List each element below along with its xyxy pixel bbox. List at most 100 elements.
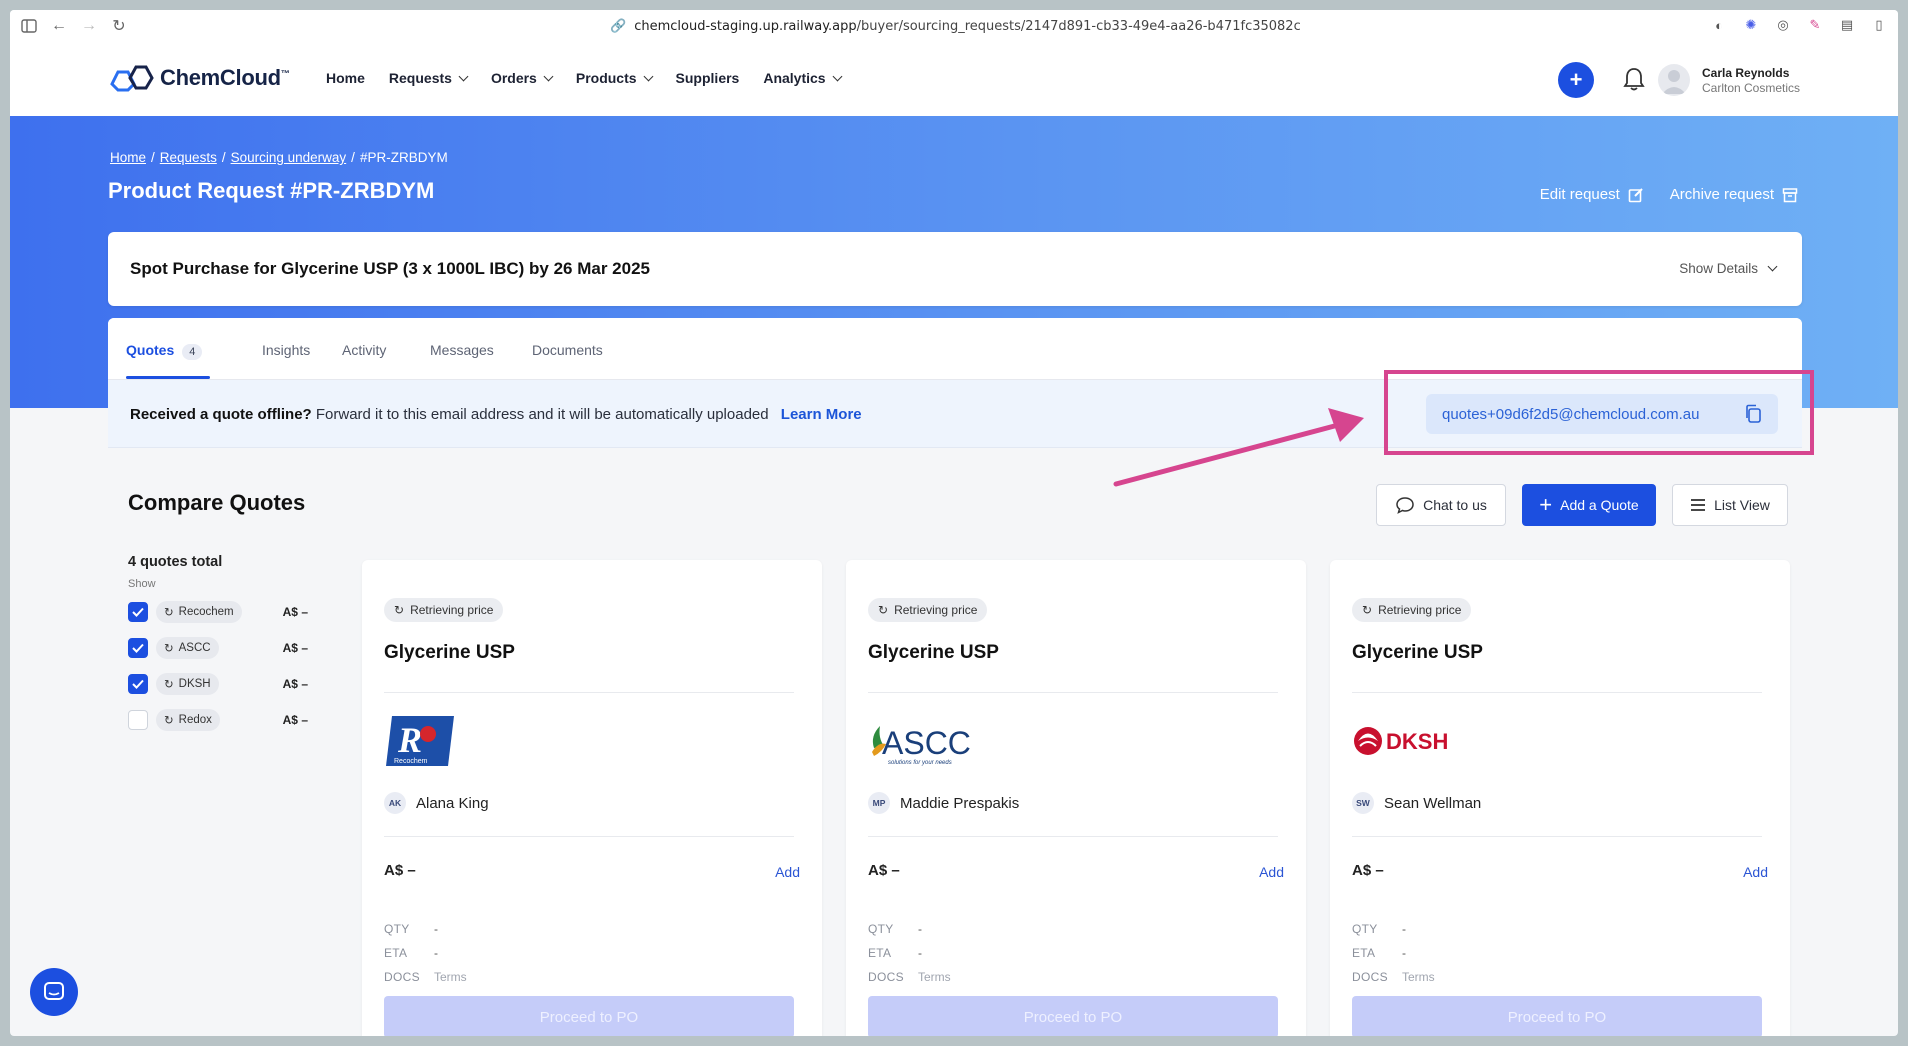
supplier-checkbox[interactable] bbox=[128, 602, 148, 622]
terms-link[interactable]: Terms bbox=[1402, 970, 1435, 984]
archive-icon bbox=[1782, 187, 1798, 202]
user-menu[interactable]: Carla Reynolds Carlton Cosmetics bbox=[1702, 66, 1800, 96]
meta-value: - bbox=[1402, 946, 1406, 960]
divider bbox=[868, 692, 1278, 693]
proceed-to-po-button[interactable]: Proceed to PO bbox=[1352, 996, 1762, 1036]
chemcloud-logo[interactable]: ChemCloud™ bbox=[108, 64, 290, 92]
edit-request-button[interactable]: Edit request bbox=[1540, 186, 1644, 203]
reload-icon[interactable]: ↻ bbox=[104, 11, 134, 41]
nav-item-analytics[interactable]: Analytics bbox=[763, 70, 843, 86]
refresh-icon: ↻ bbox=[164, 607, 174, 619]
supplier-contact: AK Alana King bbox=[384, 792, 489, 814]
refresh-icon: ↻ bbox=[878, 603, 889, 617]
extension-pen-icon[interactable]: ✎ bbox=[1806, 16, 1824, 34]
list-view-label: List View bbox=[1714, 497, 1770, 513]
add-price-link[interactable]: Add bbox=[1259, 864, 1284, 880]
learn-more-link[interactable]: Learn More bbox=[781, 406, 862, 423]
split-view-icon[interactable]: ▯ bbox=[1870, 16, 1888, 34]
support-chat-button[interactable] bbox=[30, 968, 78, 1016]
add-price-link[interactable]: Add bbox=[1743, 864, 1768, 880]
chevron-down-icon bbox=[1767, 261, 1778, 272]
supplier-price: A$ – bbox=[282, 641, 308, 655]
status-text: Retrieving price bbox=[1378, 603, 1462, 617]
product-name: Glycerine USP bbox=[868, 642, 999, 663]
nav-item-products[interactable]: Products bbox=[576, 70, 653, 86]
supplier-checkbox[interactable] bbox=[128, 638, 148, 658]
browser-toolbar: ← → ↻ 🔗 chemcloud-staging.up.railway.app… bbox=[10, 10, 1898, 42]
tab-activity[interactable]: Activity bbox=[342, 342, 386, 358]
terms-link[interactable]: Terms bbox=[918, 970, 951, 984]
main-nav: Home Requests Orders Products Suppliers … bbox=[326, 70, 843, 86]
bell-icon[interactable] bbox=[1622, 66, 1646, 92]
supplier-price: A$ – bbox=[282, 713, 308, 727]
breadcrumb-requests-link[interactable]: Requests bbox=[160, 150, 217, 165]
divider bbox=[384, 836, 794, 837]
sidebar-toggle-icon[interactable] bbox=[14, 11, 44, 41]
supplier-name: Redox bbox=[178, 714, 212, 726]
refresh-icon: ↻ bbox=[1362, 603, 1373, 617]
supplier-checkbox[interactable] bbox=[128, 710, 148, 730]
archive-request-button[interactable]: Archive request bbox=[1670, 186, 1798, 203]
meta-label: DOCS bbox=[868, 970, 904, 984]
chat-to-us-label: Chat to us bbox=[1423, 497, 1487, 513]
quote-price: A$ – bbox=[1352, 862, 1384, 879]
quotes-total: 4 quotes total bbox=[128, 554, 223, 570]
nav-label: Analytics bbox=[763, 70, 826, 86]
tab-documents[interactable]: Documents bbox=[532, 342, 603, 358]
add-price-link[interactable]: Add bbox=[775, 864, 800, 880]
contact-initials: SW bbox=[1352, 792, 1374, 814]
nav-item-suppliers[interactable]: Suppliers bbox=[676, 70, 740, 86]
tab-messages[interactable]: Messages bbox=[430, 342, 494, 358]
docs-row: DOCS Terms bbox=[1352, 970, 1435, 984]
reader-icon[interactable]: ▤ bbox=[1838, 16, 1856, 34]
status-text: Retrieving price bbox=[410, 603, 494, 617]
forward-icon[interactable]: → bbox=[74, 11, 104, 41]
status-text: Retrieving price bbox=[894, 603, 978, 617]
proceed-to-po-button[interactable]: Proceed to PO bbox=[384, 996, 794, 1036]
breadcrumb-home-link[interactable]: Home bbox=[110, 150, 146, 165]
page-title: Product Request #PR-ZRBDYM bbox=[108, 178, 435, 203]
nav-item-home[interactable]: Home bbox=[326, 70, 365, 86]
banner-text: Received a quote offline? Forward it to … bbox=[130, 406, 862, 423]
user-name: Carla Reynolds bbox=[1702, 66, 1790, 80]
meta-label: ETA bbox=[1352, 946, 1376, 960]
add-quote-label: Add a Quote bbox=[1560, 497, 1639, 513]
avatar[interactable] bbox=[1658, 64, 1690, 96]
quote-card: ↻ Retrieving price Glycerine USP R Recoch… bbox=[362, 560, 822, 1036]
chat-to-us-button[interactable]: Chat to us bbox=[1376, 484, 1506, 526]
supplier-pill: ↻ Redox bbox=[156, 709, 220, 731]
proceed-to-po-button[interactable]: Proceed to PO bbox=[868, 996, 1278, 1036]
supplier-filter-row: ↻ DKSH A$ – bbox=[128, 666, 308, 702]
breadcrumb: Home / Requests / Sourcing underway / #P… bbox=[110, 150, 448, 165]
extension-gear-icon[interactable]: ✺ bbox=[1742, 16, 1760, 34]
tab-quotes[interactable]: Quotes 4 bbox=[126, 342, 203, 360]
add-quote-button[interactable]: + Add a Quote bbox=[1522, 484, 1656, 526]
checkmark-icon bbox=[132, 679, 144, 689]
logo-text: ChemCloud bbox=[160, 65, 281, 90]
meta-label: ETA bbox=[868, 946, 892, 960]
extension-icon[interactable]: ◎ bbox=[1774, 16, 1792, 34]
extension-icon[interactable]: ◐ bbox=[1710, 16, 1728, 34]
checkmark-icon bbox=[132, 607, 144, 617]
refresh-icon: ↻ bbox=[164, 715, 174, 727]
breadcrumb-sourcing-link[interactable]: Sourcing underway bbox=[231, 150, 347, 165]
list-view-button[interactable]: List View bbox=[1672, 484, 1788, 526]
tab-insights[interactable]: Insights bbox=[262, 342, 310, 358]
supplier-checkbox[interactable] bbox=[128, 674, 148, 694]
back-icon[interactable]: ← bbox=[44, 11, 74, 41]
docs-row: DOCS Terms bbox=[868, 970, 951, 984]
nav-item-requests[interactable]: Requests bbox=[389, 70, 469, 86]
supplier-price: A$ – bbox=[282, 605, 308, 619]
breadcrumb-separator: / bbox=[351, 150, 355, 165]
status-badge: ↻ Retrieving price bbox=[1352, 598, 1472, 622]
archive-request-label: Archive request bbox=[1669, 186, 1774, 203]
create-new-button[interactable]: + bbox=[1558, 62, 1594, 98]
show-details-toggle[interactable]: Show Details bbox=[1679, 261, 1778, 276]
breadcrumb-separator: / bbox=[151, 150, 155, 165]
nav-item-orders[interactable]: Orders bbox=[491, 70, 554, 86]
quote-price: A$ – bbox=[384, 862, 416, 879]
terms-link[interactable]: Terms bbox=[434, 970, 467, 984]
breadcrumb-current: #PR-ZRBDYM bbox=[359, 150, 448, 165]
address-bar[interactable]: 🔗 chemcloud-staging.up.railway.app/buyer… bbox=[610, 16, 1301, 36]
user-organization: Carlton Cosmetics bbox=[1702, 81, 1801, 95]
